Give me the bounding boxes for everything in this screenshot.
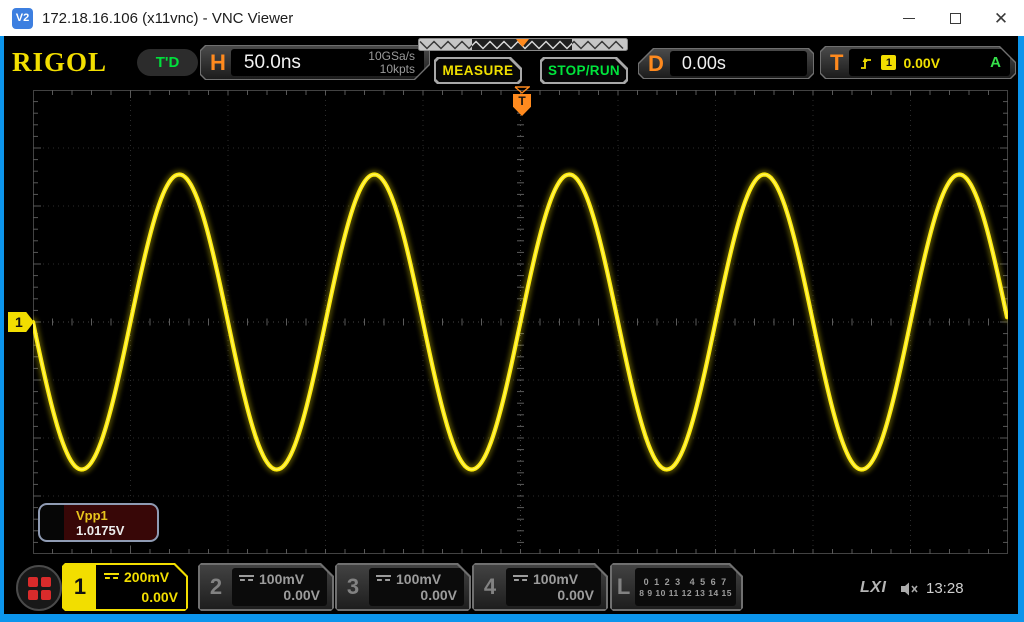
- measurement-value: 1.0175V: [76, 523, 157, 538]
- main-menu-button[interactable]: [16, 565, 62, 611]
- logic-row-1: 0 1 2 3 4 5 6 7: [639, 577, 732, 587]
- logic-label: L: [612, 565, 635, 609]
- timebase-scale: 50.0ns: [231, 52, 301, 74]
- channel-1-scale: 200mV: [124, 569, 169, 585]
- channel-4-number: 4: [474, 565, 506, 609]
- maximize-button[interactable]: [932, 0, 978, 36]
- delay-readout: 0.00s: [670, 51, 807, 76]
- window-frame: RIGOL T'D H 50.0ns 10GSa/s 10kpts: [0, 36, 1024, 622]
- channel-3-offset: 0.00V: [376, 587, 457, 603]
- channel-4-button[interactable]: 4 100mV 0.00V: [472, 563, 608, 611]
- trigger-status-text: T'D: [156, 54, 180, 71]
- trigger-menu-button[interactable]: T 1 0.00V A: [820, 46, 1016, 79]
- window-titlebar[interactable]: V2 172.18.16.106 (x11vnc) - VNC Viewer ✕: [0, 0, 1024, 36]
- minimize-icon: [903, 18, 915, 19]
- oscilloscope-screen: RIGOL T'D H 50.0ns 10GSa/s 10kpts: [4, 36, 1018, 614]
- channel-2-button[interactable]: 2 100mV 0.00V: [198, 563, 334, 611]
- rising-edge-icon: [859, 56, 873, 70]
- close-button[interactable]: ✕: [978, 0, 1024, 36]
- trigger-position-icon[interactable]: [514, 86, 530, 94]
- trigger-readout: 1 0.00V A: [849, 49, 1010, 76]
- trigger-sweep-mode: A: [990, 54, 1001, 71]
- channel-1-ground-marker[interactable]: 1: [8, 312, 34, 332]
- dc-coupling-icon: [376, 575, 391, 584]
- close-icon: ✕: [994, 10, 1008, 27]
- stop-run-button-label: STOP/RUN: [548, 63, 620, 78]
- speaker-muted-icon[interactable]: [900, 581, 922, 597]
- horizontal-position-strip[interactable]: [418, 38, 628, 51]
- channel-1-offset: 0.00V: [104, 589, 178, 605]
- dc-coupling-icon: [104, 573, 119, 582]
- vnc-app-icon: V2: [12, 8, 33, 29]
- minimize-button[interactable]: [886, 0, 932, 36]
- horizontal-menu-button[interactable]: H 50.0ns 10GSa/s 10kpts: [200, 45, 430, 80]
- channel-3-scale: 100mV: [396, 571, 441, 587]
- channel-1-number: 1: [64, 565, 96, 609]
- delay-value: 0.00s: [670, 53, 726, 74]
- dc-coupling-icon: [239, 575, 254, 584]
- channel-3-button[interactable]: 3 100mV 0.00V: [335, 563, 471, 611]
- window-controls: ✕: [886, 0, 1024, 36]
- channel-4-scale: 100mV: [533, 571, 578, 587]
- waveform-display[interactable]: [33, 90, 1008, 554]
- clock-display: 13:28: [926, 580, 964, 597]
- channel-4-offset: 0.00V: [513, 587, 594, 603]
- trigger-source-badge: 1: [881, 55, 896, 70]
- channel-3-number: 3: [337, 565, 369, 609]
- delay-menu-button[interactable]: D 0.00s: [638, 48, 814, 79]
- sample-rate: 10GSa/s: [368, 50, 415, 63]
- measurement-result-box[interactable]: Vpp1 1.0175V: [38, 503, 159, 542]
- maximize-icon: [950, 13, 961, 24]
- horizontal-readout: 50.0ns 10GSa/s 10kpts: [231, 49, 424, 76]
- channel-2-offset: 0.00V: [239, 587, 320, 603]
- measurement-name: Vpp1: [76, 508, 157, 523]
- channel-2-scale: 100mV: [259, 571, 304, 587]
- measure-button[interactable]: MEASURE: [434, 57, 522, 84]
- vnc-viewer-window: V2 172.18.16.106 (x11vnc) - VNC Viewer ✕…: [0, 0, 1024, 622]
- logic-row-2: 8 9 10 11 12 13 14 15: [639, 588, 732, 598]
- trigger-status-badge: T'D: [137, 49, 198, 76]
- logic-channels-button[interactable]: L 0 1 2 3 4 5 6 7 8 9 10 11 12 13 14 15: [610, 563, 743, 611]
- horizontal-label: H: [210, 50, 226, 76]
- memory-depth: 10kpts: [368, 63, 415, 76]
- channel-1-button[interactable]: 1 200mV 0.00V: [62, 563, 188, 611]
- rigol-logo: RIGOL: [12, 49, 107, 76]
- menu-grid-icon: [28, 577, 51, 600]
- dc-coupling-icon: [513, 575, 528, 584]
- stop-run-button[interactable]: STOP/RUN: [540, 57, 628, 84]
- delay-label: D: [648, 51, 664, 77]
- window-title: 172.18.16.106 (x11vnc) - VNC Viewer: [42, 10, 293, 27]
- trigger-level-value: 0.00V: [903, 55, 940, 71]
- measure-button-label: MEASURE: [442, 63, 513, 78]
- lxi-logo: LXI: [860, 579, 886, 597]
- trigger-label: T: [830, 50, 843, 76]
- channel-2-number: 2: [200, 565, 232, 609]
